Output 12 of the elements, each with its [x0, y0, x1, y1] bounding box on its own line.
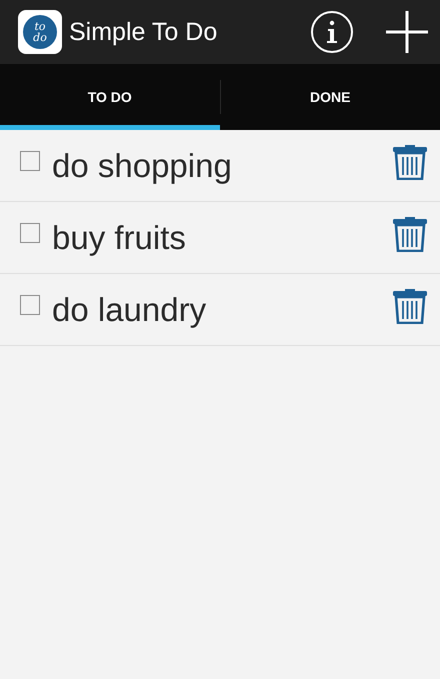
info-icon[interactable]	[310, 10, 354, 54]
checkbox[interactable]	[20, 150, 40, 170]
app-logo: to do	[18, 10, 62, 54]
add-icon[interactable]	[384, 9, 430, 55]
task-text: do shopping	[52, 146, 233, 184]
checkbox[interactable]	[20, 294, 40, 314]
app-title: Simple To Do	[69, 18, 218, 46]
checkbox[interactable]	[20, 222, 40, 242]
tab[interactable]: DONE	[220, 64, 440, 130]
task-text: buy fruits	[52, 218, 187, 256]
tab[interactable]: TO DO	[0, 64, 220, 130]
task-text: do laundry	[52, 290, 208, 328]
